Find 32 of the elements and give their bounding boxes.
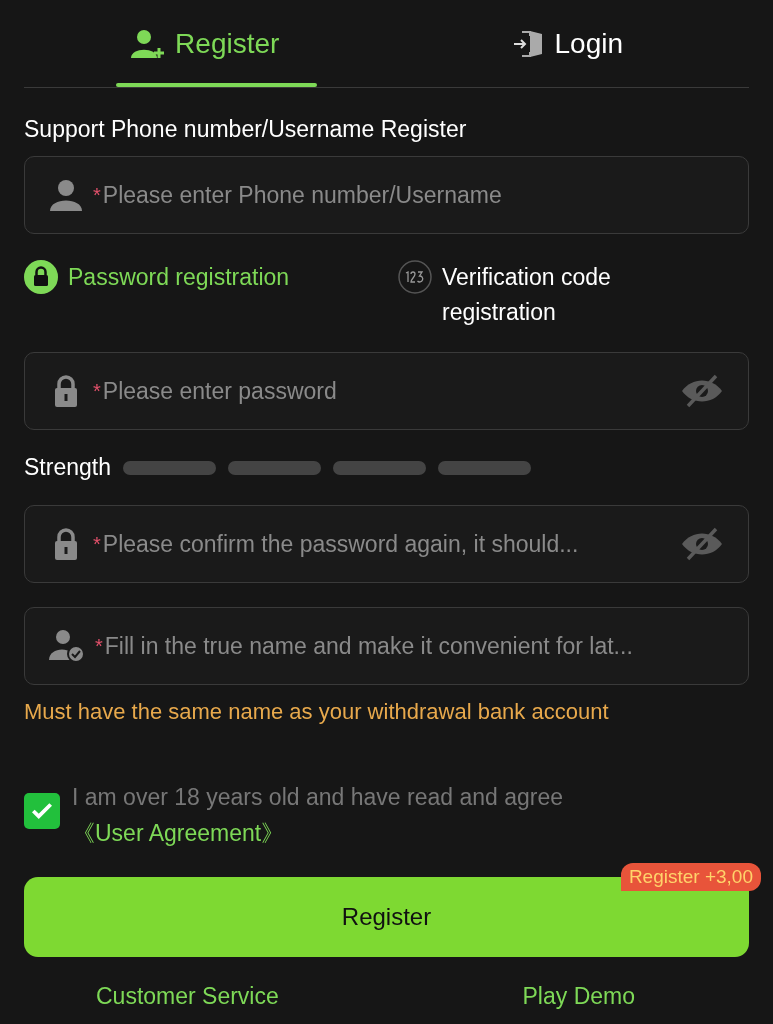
required-mark: *	[93, 532, 101, 556]
number-code-icon	[398, 260, 432, 294]
bonus-badge: Register +3,00	[620, 863, 761, 891]
hidden-eye-icon[interactable]	[680, 374, 724, 408]
verified-user-icon	[49, 629, 85, 663]
user-agreement-link[interactable]: 《User Agreement》	[72, 820, 285, 846]
name-hint: Must have the same name as your withdrawal bank account	[24, 699, 610, 725]
method-option[interactable]: Verification code registration	[398, 260, 648, 328]
hidden-eye-icon[interactable]	[680, 527, 724, 561]
password-field[interactable]: *Please enter password	[24, 352, 749, 430]
required-mark: *	[93, 183, 101, 207]
footer-link[interactable]: Customer Service	[96, 983, 279, 1010]
footer-link[interactable]: Play Demo	[522, 983, 635, 1010]
username-input[interactable]: Please enter Phone number/Username	[102, 181, 724, 209]
agree-checkbox[interactable]	[24, 793, 60, 829]
method-option[interactable]: Password registration	[24, 260, 398, 328]
tab[interactable]: Login	[386, 0, 749, 87]
required-mark: *	[93, 379, 101, 403]
tab[interactable]: Register	[24, 0, 387, 87]
real-name-input[interactable]: Fill in the true name and make it convenient for lat...	[104, 632, 724, 660]
password-input[interactable]: Please enter password	[102, 377, 672, 405]
strength-label: Strength	[24, 454, 111, 481]
confirm-password-field[interactable]: *Please confirm the password again, it should...	[24, 505, 749, 583]
add-user-icon	[131, 28, 166, 59]
username-field[interactable]: *Please enter Phone number/Username	[24, 156, 749, 234]
confirm-password-input[interactable]: Please confirm the password again, it should...	[102, 530, 672, 558]
section-label: Support Phone number/Username Register	[24, 116, 468, 144]
user-icon	[49, 179, 83, 211]
real-name-field[interactable]: *Fill in the true name and make it convenient for lat...	[24, 607, 749, 685]
lock-icon	[24, 260, 58, 294]
agreement-text: I am over 18 years old and have read and agree 《User Agreement》	[72, 783, 564, 848]
required-mark: *	[95, 634, 103, 658]
